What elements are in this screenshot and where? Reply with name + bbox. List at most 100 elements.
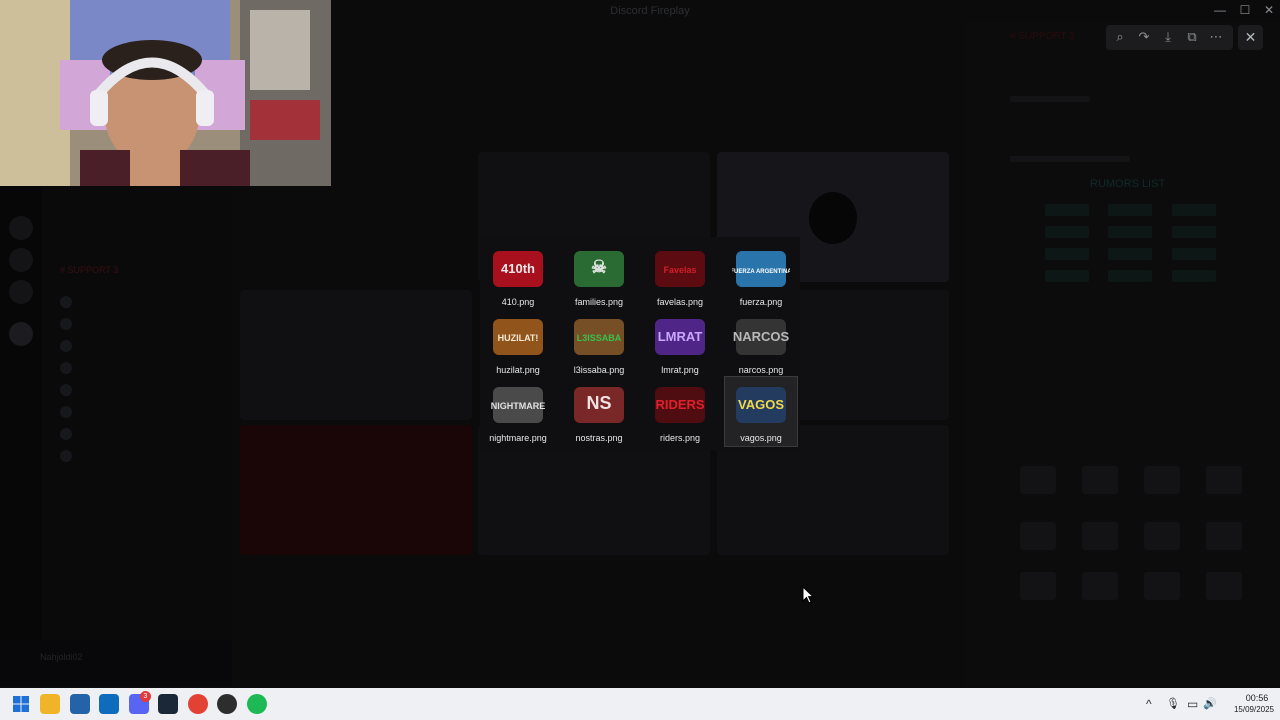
file-thumbnail: 410th	[493, 251, 543, 287]
file-name-label: nostras.png	[575, 433, 623, 443]
file-item[interactable]: NIGHTMARE nightmare.png	[482, 377, 554, 446]
maximize-button[interactable]: ☐	[1235, 3, 1255, 17]
download-icon[interactable]: ⤓	[1157, 27, 1179, 47]
file-name-label: vagos.png	[740, 433, 782, 443]
file-item[interactable]: 410th 410.png	[482, 241, 554, 310]
channel-header[interactable]: # SUPPORT 3	[60, 265, 118, 281]
volume-icon[interactable]: 🔊	[1203, 697, 1217, 710]
attachment-thumb[interactable]	[1206, 572, 1242, 600]
zoom-icon[interactable]: ⌕	[1109, 27, 1131, 47]
file-item[interactable]: FUERZA ARGENTINA fuerza.png	[725, 241, 797, 310]
notification-badge: 3	[140, 691, 151, 702]
steam-icon[interactable]	[158, 694, 178, 714]
voice-user	[60, 296, 78, 312]
list-cell	[1172, 226, 1216, 238]
attachment-thumb[interactable]	[1144, 522, 1180, 550]
server-icon[interactable]	[9, 248, 33, 272]
voice-user	[60, 362, 78, 378]
list-title: RUMORS LIST	[1090, 178, 1166, 190]
file-item[interactable]: VAGOS vagos.png	[724, 376, 798, 447]
attachment-thumb[interactable]	[1020, 522, 1056, 550]
obs-icon[interactable]	[217, 694, 237, 714]
minimize-button[interactable]: —	[1210, 3, 1230, 17]
spotify-icon[interactable]	[247, 694, 267, 714]
mouse-cursor-icon	[802, 586, 814, 604]
file-thumbnail-logo-text: ☠	[591, 257, 607, 277]
network-icon[interactable]: ▭	[1187, 697, 1198, 711]
server-icon[interactable]	[9, 280, 33, 304]
attachment-thumb[interactable]	[1144, 466, 1180, 494]
file-explorer-icon[interactable]	[40, 694, 60, 714]
attachment-thumb[interactable]	[1206, 522, 1242, 550]
file-thumbnail-logo-text: L3ISSABA	[577, 333, 622, 343]
file-name-label: fuerza.png	[739, 297, 783, 307]
file-thumbnail: FUERZA ARGENTINA	[732, 251, 790, 287]
file-item[interactable]: L3ISSABA l3issaba.png	[563, 309, 635, 378]
open-external-icon[interactable]: ⧉	[1181, 27, 1203, 47]
chat-line	[1010, 156, 1130, 162]
attachment-thumb[interactable]	[1082, 522, 1118, 550]
file-thumbnail-logo-text: NARCOS	[733, 329, 790, 344]
list-cell	[1172, 204, 1216, 216]
attachment-thumb[interactable]	[1206, 466, 1242, 494]
list-cell	[1045, 270, 1089, 282]
close-viewer-button[interactable]: ✕	[1238, 25, 1263, 50]
file-picker-grid: 410th 410.png ☠ families.png Favelas favelas.…	[480, 237, 800, 451]
list-cell	[1172, 270, 1216, 282]
more-icon[interactable]: ⋯	[1205, 27, 1227, 47]
file-item[interactable]: Favelas favelas.png	[644, 241, 716, 310]
file-thumbnail: HUZILAT!	[493, 319, 543, 355]
file-thumbnail: L3ISSABA	[574, 319, 624, 355]
voice-user	[60, 340, 78, 356]
attachment-thumb[interactable]	[1020, 572, 1056, 600]
list-cell	[1108, 204, 1152, 216]
attachment-thumb[interactable]	[1082, 572, 1118, 600]
chat-line	[1010, 96, 1090, 102]
file-thumbnail-logo-text: VAGOS	[738, 397, 784, 412]
file-thumbnail-logo-text: LMRAT	[658, 329, 703, 344]
file-name-label: riders.png	[659, 433, 701, 443]
taskbar-clock-time[interactable]: 00:56	[1237, 693, 1277, 703]
file-thumbnail: LMRAT	[655, 319, 705, 355]
tray-overflow-chevron-icon[interactable]: ^	[1146, 697, 1152, 711]
voice-user	[60, 450, 78, 466]
avatar	[809, 192, 857, 244]
windows-start-icon[interactable]	[11, 694, 31, 714]
file-thumbnail-logo-text: Favelas	[663, 265, 696, 275]
list-cell	[1045, 248, 1089, 260]
chrome-icon[interactable]	[188, 694, 208, 714]
attachment-thumb[interactable]	[1082, 466, 1118, 494]
server-icon[interactable]	[9, 216, 33, 240]
file-thumbnail: Favelas	[655, 251, 705, 287]
forward-icon[interactable]: ↷	[1133, 27, 1155, 47]
store-icon[interactable]	[70, 694, 90, 714]
video-tile[interactable]	[240, 425, 472, 555]
file-item[interactable]: RIDERS riders.png	[644, 377, 716, 446]
file-item[interactable]: NS nostras.png	[563, 377, 635, 446]
outlook-icon[interactable]	[99, 694, 119, 714]
file-name-label: huzilat.png	[496, 365, 540, 375]
file-item[interactable]: LMRAT lmrat.png	[644, 309, 716, 378]
server-rail	[0, 186, 42, 686]
microphone-icon[interactable]: 🎙	[1166, 697, 1180, 710]
file-thumbnail: NARCOS	[733, 319, 790, 355]
file-item[interactable]: ☠ families.png	[563, 241, 635, 310]
file-item[interactable]: NARCOS narcos.png	[725, 309, 797, 378]
file-thumbnail-logo-text: RIDERS	[655, 397, 704, 412]
list-cell	[1172, 248, 1216, 260]
list-cell	[1108, 270, 1152, 282]
file-thumbnail: RIDERS	[655, 387, 705, 423]
taskbar-clock-date[interactable]: 15/09/2025	[1226, 705, 1280, 714]
video-tile[interactable]	[240, 290, 472, 420]
file-thumbnail: NIGHTMARE	[491, 387, 545, 423]
webcam-image	[0, 0, 331, 186]
list-cell	[1108, 226, 1152, 238]
close-window-button[interactable]: ✕	[1259, 3, 1279, 17]
file-name-label: families.png	[574, 297, 624, 307]
server-icon[interactable]	[9, 322, 33, 346]
attachment-thumb[interactable]	[1144, 572, 1180, 600]
voice-user	[60, 318, 78, 334]
attachment-thumb[interactable]	[1020, 466, 1056, 494]
file-name-label: 410.png	[501, 297, 535, 307]
file-item[interactable]: HUZILAT! huzilat.png	[482, 309, 554, 378]
